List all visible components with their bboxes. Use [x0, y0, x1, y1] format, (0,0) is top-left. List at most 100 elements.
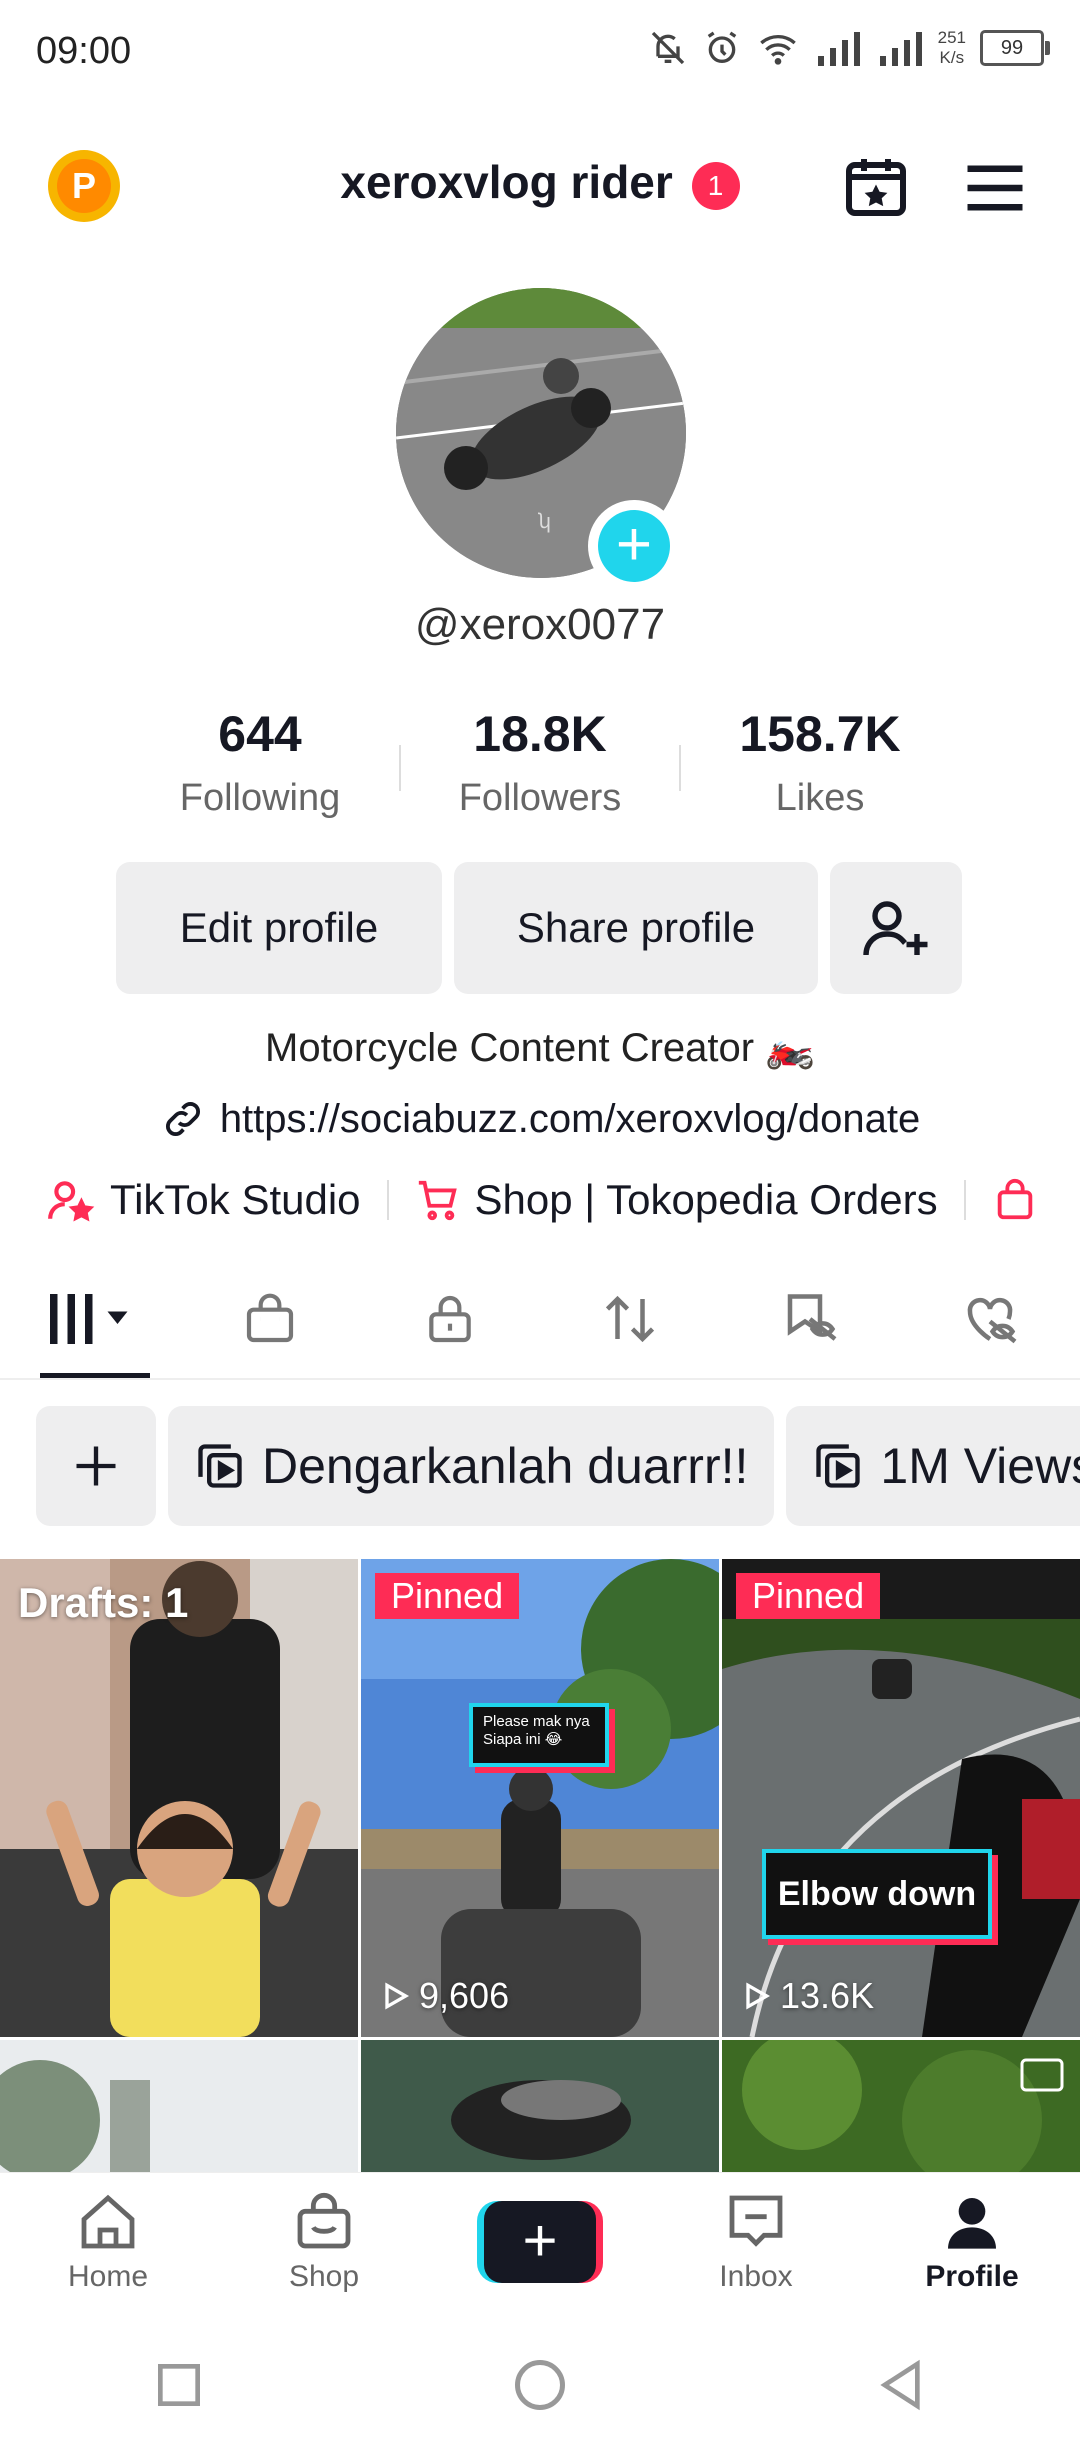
- account-switcher[interactable]: xeroxvlog rider 1: [0, 155, 1080, 210]
- wifi-icon: [759, 35, 796, 65]
- view-count: 13.6K: [740, 1975, 874, 2017]
- edit-profile-button[interactable]: Edit profile: [116, 862, 442, 994]
- alarm-icon: [707, 31, 736, 64]
- stat-followers[interactable]: 18.8K Followers: [401, 705, 679, 820]
- video-caption: Elbow down: [762, 1849, 992, 1939]
- stat-label: Followers: [458, 777, 622, 819]
- share-profile-button[interactable]: Share profile: [454, 862, 818, 994]
- profile-icon: [948, 2198, 996, 2249]
- tab-videos[interactable]: [30, 1269, 150, 1378]
- mute-bell-icon: [651, 31, 684, 65]
- shopping-bag-icon: [246, 1293, 294, 1343]
- bottom-navigation: Home Shop + Inbox Profile: [0, 2172, 1080, 2311]
- play-icon: [385, 1982, 410, 2010]
- tab-reposts[interactable]: [570, 1269, 690, 1369]
- add-avatar-button[interactable]: +: [588, 500, 680, 592]
- tab-shop[interactable]: [210, 1269, 330, 1369]
- add-playlist-button[interactable]: [36, 1406, 156, 1526]
- calendar-star-icon[interactable]: [840, 150, 912, 222]
- repost-icon: [605, 1295, 655, 1343]
- hidden-bookmark-icon: [787, 1294, 837, 1341]
- stat-value: 644: [218, 706, 302, 762]
- nav-label: Inbox: [719, 2260, 793, 2293]
- add-friends-button[interactable]: [830, 862, 962, 994]
- view-count-value: 9,606: [419, 1975, 510, 2016]
- video-thumbnail[interactable]: Pinned Elbow down 13.6K: [722, 1559, 1080, 2037]
- caption-line: Please mak nya: [483, 1713, 590, 1730]
- play-icon: [746, 1982, 771, 2010]
- user-star-icon: [48, 1181, 95, 1222]
- video-thumbnail[interactable]: [722, 2040, 1080, 2172]
- stat-label: Likes: [775, 777, 865, 819]
- system-navigation: [0, 2310, 1080, 2460]
- view-count-value: 13.6K: [780, 1975, 875, 2016]
- shortcut-tiktok-studio[interactable]: TikTok Studio: [46, 1175, 361, 1225]
- nav-home[interactable]: Home: [0, 2173, 216, 2311]
- status-time: 09:00: [36, 30, 132, 72]
- shopping-bag-icon[interactable]: [992, 1177, 1038, 1223]
- shortcut-label: Shop | Tokopedia Orders: [474, 1176, 938, 1223]
- stat-likes[interactable]: 158.7K Likes: [681, 705, 959, 820]
- playlist-item[interactable]: Dengarkanlah duarrr!!: [168, 1406, 775, 1526]
- playlist-label: 1M Views: [880, 1438, 1080, 1494]
- tab-liked[interactable]: [930, 1269, 1050, 1369]
- stat-value: 18.8K: [473, 706, 607, 762]
- shortcut-label: TikTok Studio: [110, 1176, 361, 1223]
- nav-inbox[interactable]: Inbox: [648, 2173, 864, 2311]
- caption-line: Siapa ini 😂: [483, 1731, 563, 1748]
- profile-handle[interactable]: @xerox0077: [0, 600, 1080, 650]
- add-user-icon: [863, 901, 928, 956]
- net-speed: 251 K/s: [938, 28, 966, 68]
- view-count: 9,606: [379, 1975, 509, 2017]
- nav-label: Shop: [288, 2260, 360, 2293]
- plus-icon: +: [484, 2201, 596, 2283]
- playlist-icon: [198, 1444, 242, 1488]
- menu-icon[interactable]: [962, 160, 1028, 216]
- video-thumbnail[interactable]: [361, 2040, 719, 2172]
- video-thumbnail[interactable]: [0, 2040, 358, 2172]
- nav-profile[interactable]: Profile: [864, 2173, 1080, 2311]
- thumbnail-image: [361, 1559, 719, 2037]
- link-icon: [165, 1102, 200, 1136]
- net-speed-unit: K/s: [939, 48, 965, 67]
- nav-label: Home: [67, 2260, 149, 2293]
- pinned-badge: Pinned: [736, 1573, 881, 1619]
- playlist-item[interactable]: 1M Views: [786, 1406, 1080, 1526]
- video-thumbnail-drafts[interactable]: Drafts: 1: [0, 1559, 358, 2037]
- nav-shop[interactable]: Shop: [216, 2173, 432, 2311]
- tab-favorites[interactable]: [750, 1269, 870, 1369]
- home-circle-icon[interactable]: [510, 2355, 570, 2415]
- content-tabs: [0, 1260, 1080, 1380]
- video-caption: Please mak nya Siapa ini 😂: [469, 1703, 609, 1767]
- playlist-icon: [816, 1444, 861, 1488]
- inbox-icon: [729, 2195, 783, 2247]
- cart-icon: [418, 1180, 457, 1221]
- shortcut-shop-orders[interactable]: Shop | Tokopedia Orders: [415, 1176, 938, 1224]
- status-icons: 251 K/s 99: [648, 28, 1050, 68]
- drafts-label: Drafts: 1: [18, 1579, 189, 1626]
- thumbnail-image: [722, 2040, 1080, 2172]
- back-icon[interactable]: [873, 2357, 929, 2413]
- svg-text:ʮ: ʮ: [538, 509, 551, 533]
- thumbnail-image: [361, 2040, 719, 2172]
- divider: [386, 1180, 389, 1220]
- playlist-bar: Dengarkanlah duarrr!! 1M Views: [36, 1406, 1080, 1526]
- link-text: https://sociabuzz.com/xeroxvlog/donate: [219, 1096, 921, 1141]
- create-button[interactable]: +: [477, 2201, 603, 2283]
- lock-icon: [429, 1295, 471, 1343]
- bio-text: Motorcycle Content Creator 🏍️: [265, 1026, 815, 1070]
- stat-following[interactable]: 644 Following: [121, 705, 399, 820]
- video-thumbnail[interactable]: Pinned Please mak nya Siapa ini 😂 9,606: [361, 1559, 719, 2037]
- tab-private[interactable]: [390, 1269, 510, 1369]
- stat-label: Following: [179, 777, 341, 819]
- hidden-heart-icon: [967, 1298, 1017, 1344]
- nav-create[interactable]: +: [432, 2173, 648, 2311]
- bio-link[interactable]: https://sociabuzz.com/xeroxvlog/donate: [0, 1096, 1080, 1142]
- home-icon: [81, 2194, 135, 2249]
- pinned-badge: Pinned: [375, 1573, 520, 1619]
- playlist-label: Dengarkanlah duarrr!!: [262, 1438, 749, 1494]
- battery-indicator: 99: [980, 30, 1050, 66]
- shortcut-bar: TikTok Studio Shop | Tokopedia Orders: [46, 1170, 1080, 1230]
- recent-apps-icon[interactable]: [151, 2357, 207, 2413]
- signal-icon: [817, 32, 860, 66]
